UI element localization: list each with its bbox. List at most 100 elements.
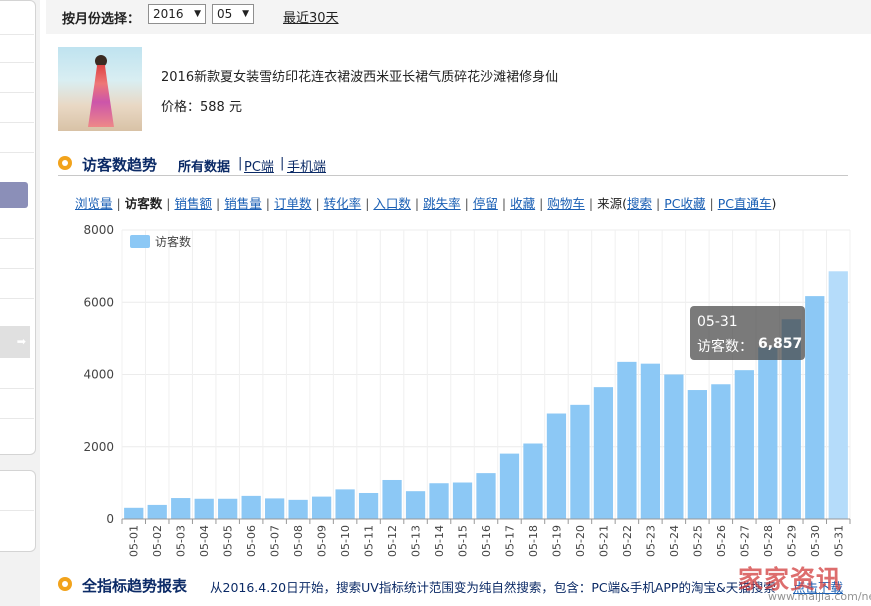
scope-pc[interactable]: PC端 <box>244 156 274 175</box>
tooltip-value: 6,857 <box>758 336 803 352</box>
bar-05-07[interactable] <box>265 498 285 519</box>
x-tick-label: 05-07 <box>269 525 282 557</box>
bar-05-25[interactable] <box>687 390 707 519</box>
bar-05-10[interactable] <box>335 489 355 519</box>
bar-05-15[interactable] <box>452 482 473 519</box>
metric-separator: | <box>215 196 221 211</box>
month-filter-bar: 按月份选择： 2016 ▼ 05 ▼ 最近30天 <box>46 0 871 34</box>
sidebar-divider <box>0 34 34 35</box>
bar-05-06[interactable] <box>241 495 261 519</box>
price-value: 588 元 <box>200 100 242 115</box>
bar-05-14[interactable] <box>429 483 449 519</box>
metric-tab[interactable]: 跳失率 <box>423 196 461 211</box>
bar-05-19[interactable] <box>546 413 567 519</box>
scope-mobile[interactable]: 手机端 <box>287 156 326 175</box>
product-title: 2016新款夏女装雪纺印花连衣裙波西米亚长裙气质碎花沙滩裙修身仙 <box>161 70 559 85</box>
sidebar-panel <box>0 470 36 552</box>
sidebar-divider <box>0 238 34 239</box>
bar-05-08[interactable] <box>288 499 308 519</box>
sidebar-divider <box>0 418 34 419</box>
metric-tab[interactable]: 销售量 <box>224 196 262 211</box>
tooltip-label: 访客数： <box>697 339 753 355</box>
bar-05-03[interactable] <box>171 498 191 519</box>
bar-05-21[interactable] <box>593 387 614 519</box>
x-tick-label: 05-24 <box>668 525 681 557</box>
metric-tab[interactable]: 收藏 <box>510 196 535 211</box>
x-tick-label: 05-31 <box>832 525 845 557</box>
source-tab[interactable]: 搜索 <box>627 196 652 211</box>
product-image[interactable] <box>58 47 142 131</box>
sidebar-divider <box>0 152 34 153</box>
visitor-trend-title: 访客数趋势 <box>82 156 158 174</box>
metric-separator: | <box>709 196 714 211</box>
chevron-down-icon: ▼ <box>242 9 249 19</box>
x-tick-label: 05-01 <box>128 525 141 557</box>
month-filter-label: 按月份选择： <box>62 12 141 27</box>
source-tab[interactable]: PC收藏 <box>664 196 705 211</box>
metric-tab[interactable]: 访客数 <box>125 196 163 211</box>
y-tick-label: 6000 <box>83 295 114 309</box>
bar-05-22[interactable] <box>617 361 637 519</box>
year-select[interactable]: 2016 ▼ <box>148 4 206 24</box>
sidebar-divider <box>0 122 34 123</box>
x-tick-label: 05-08 <box>292 525 305 557</box>
x-tick-label: 05-19 <box>550 525 563 557</box>
legend-label: 访客数 <box>155 234 191 249</box>
recent-30-days-link[interactable]: 最近30天 <box>283 7 339 26</box>
price-label: 价格： <box>161 100 201 115</box>
bar-05-12[interactable] <box>382 479 402 519</box>
bar-05-28[interactable] <box>758 347 778 519</box>
x-tick-label: 05-25 <box>691 525 704 557</box>
x-tick-label: 05-10 <box>339 525 352 557</box>
metric-tab[interactable]: 销售额 <box>174 196 212 211</box>
source-tab[interactable]: PC直通车 <box>718 196 772 211</box>
bar-05-31[interactable] <box>828 271 848 519</box>
bar-05-11[interactable] <box>358 492 379 519</box>
bar-05-27[interactable] <box>734 370 754 519</box>
sidebar-divider <box>0 388 34 389</box>
month-select[interactable]: 05 ▼ <box>212 4 254 24</box>
x-tick-label: 05-13 <box>410 525 423 557</box>
bar-05-09[interactable] <box>311 496 332 519</box>
x-tick-label: 05-15 <box>457 525 470 557</box>
sidebar-item-active[interactable] <box>0 182 28 208</box>
bar-05-30[interactable] <box>805 296 825 519</box>
x-tick-label: 05-09 <box>316 525 329 557</box>
x-tick-label: 05-02 <box>151 525 164 557</box>
metric-tab[interactable]: 停留 <box>473 196 498 211</box>
metric-tab[interactable]: 购物车 <box>547 196 585 211</box>
bar-05-05[interactable] <box>218 498 238 519</box>
x-tick-label: 05-29 <box>785 525 798 557</box>
bar-05-26[interactable] <box>711 384 731 519</box>
metric-separator: | <box>588 196 594 211</box>
sidebar-divider <box>0 298 34 299</box>
metric-separator: | <box>116 196 121 211</box>
sidebar-panel <box>0 0 36 455</box>
bar-05-24[interactable] <box>664 374 684 520</box>
scope-all-data[interactable]: 所有数据 <box>178 156 230 175</box>
metric-tab[interactable]: 入口数 <box>373 196 411 211</box>
arrow-right-icon[interactable]: ➡ <box>0 326 30 358</box>
x-tick-label: 05-28 <box>762 525 775 557</box>
metric-separator: | <box>655 196 661 211</box>
bar-05-04[interactable] <box>194 498 214 519</box>
chart-legend: 访客数 <box>130 234 191 249</box>
scope-separator: | <box>238 156 243 171</box>
bar-05-17[interactable] <box>499 453 520 519</box>
bar-05-02[interactable] <box>147 504 167 519</box>
source-close: ) <box>771 196 777 211</box>
x-tick-label: 05-26 <box>715 525 728 557</box>
watermark-url: www.maijia.com/news <box>768 590 871 603</box>
metric-tab[interactable]: 订单数 <box>274 196 312 211</box>
metric-tab[interactable]: 浏览量 <box>75 196 113 211</box>
x-tick-label: 05-27 <box>738 525 751 557</box>
bar-05-18[interactable] <box>523 443 543 519</box>
bar-05-20[interactable] <box>570 404 590 519</box>
bar-05-13[interactable] <box>405 491 426 519</box>
metric-tab[interactable]: 转化率 <box>324 196 362 211</box>
x-tick-label: 05-16 <box>480 525 493 557</box>
sidebar-divider <box>0 510 34 511</box>
bar-05-16[interactable] <box>476 473 496 519</box>
bar-05-23[interactable] <box>640 363 661 519</box>
bar-05-01[interactable] <box>124 507 144 519</box>
